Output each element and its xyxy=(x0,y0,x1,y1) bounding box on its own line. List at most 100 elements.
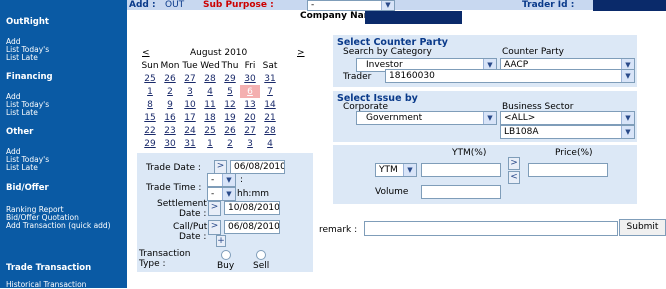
corporate-select[interactable]: Government ▼ xyxy=(356,111,497,125)
calendar-day[interactable]: 2 xyxy=(220,137,240,150)
calendar-day[interactable]: 27 xyxy=(180,72,200,85)
calendar-day[interactable]: 16 xyxy=(160,111,180,124)
calendar-day[interactable]: 1 xyxy=(140,85,160,98)
calendar-day[interactable]: 25 xyxy=(140,72,160,85)
add-label: Add : xyxy=(129,0,156,10)
calendar-day[interactable]: 22 xyxy=(140,124,160,137)
sub-purpose-select[interactable]: - ▼ xyxy=(307,0,395,11)
ytm-select[interactable]: YTM ▼ xyxy=(375,163,417,177)
sidebar-nav: OutRight Add List Today's List Late Fina… xyxy=(0,0,127,289)
chevron-down-icon: ▼ xyxy=(403,164,416,176)
settlement-arrow-button[interactable]: > xyxy=(208,201,221,216)
calendar-day[interactable]: 1 xyxy=(200,137,220,150)
chevron-down-icon: ▼ xyxy=(621,126,634,138)
weekday-sun: Sun xyxy=(141,60,159,71)
price-input[interactable] xyxy=(528,163,608,177)
issue-panel: Select Issue by Corporate Business Secto… xyxy=(333,91,637,142)
calendar-day[interactable]: 4 xyxy=(200,85,220,98)
volume-input[interactable] xyxy=(421,185,501,199)
sidebar-link-financing-list-late[interactable]: List Late xyxy=(6,109,38,117)
calendar-week: 1 2 3 4 5 6 7 xyxy=(140,85,280,98)
trade-hour-select[interactable]: - ▼ xyxy=(207,173,236,187)
calendar-day[interactable]: 11 xyxy=(200,98,220,111)
calendar-day[interactable]: 28 xyxy=(200,72,220,85)
calendar-day[interactable]: 29 xyxy=(220,72,240,85)
submit-button[interactable]: Submit xyxy=(619,219,666,236)
calendar-day[interactable]: 27 xyxy=(240,124,260,137)
calendar-day[interactable]: 18 xyxy=(200,111,220,124)
calendar-day[interactable]: 23 xyxy=(160,124,180,137)
trader-select[interactable]: 18160030 ▼ xyxy=(385,69,635,83)
chevron-down-icon: ▼ xyxy=(621,70,634,82)
calendar-day[interactable]: 24 xyxy=(180,124,200,137)
issue-select[interactable]: LB108A ▼ xyxy=(500,125,635,139)
sidebar-link-outright-list-late[interactable]: List Late xyxy=(6,54,38,62)
sidebar-link-add-transaction-quick[interactable]: Add Transaction (quick add) xyxy=(6,222,124,230)
calendar-day[interactable]: 15 xyxy=(140,111,160,124)
calendar-next-button[interactable]: > xyxy=(297,48,305,58)
calendar-day[interactable]: 13 xyxy=(240,98,260,111)
chevron-down-icon: ▼ xyxy=(222,188,235,200)
remark-label: remark : xyxy=(319,225,358,235)
buy-radio[interactable] xyxy=(221,250,231,260)
settlement-date-input[interactable]: 10/08/2010 xyxy=(224,201,280,215)
callput-date-input[interactable]: 06/08/2010 xyxy=(224,220,280,234)
calendar-day[interactable]: 31 xyxy=(180,137,200,150)
calendar-day[interactable]: 31 xyxy=(260,72,280,85)
callput-arrow-button[interactable]: > xyxy=(208,220,221,235)
calendar-day[interactable]: 10 xyxy=(180,98,200,111)
calendar-week: 15 16 17 18 19 20 21 xyxy=(140,111,280,124)
time-separator: : xyxy=(240,175,244,185)
calendar-day[interactable]: 20 xyxy=(240,111,260,124)
calendar-day[interactable]: 3 xyxy=(180,85,200,98)
calendar-day[interactable]: 2 xyxy=(160,85,180,98)
business-sector-select[interactable]: <ALL> ▼ xyxy=(500,111,635,125)
sidebar-section-outright: OutRight xyxy=(6,17,49,27)
remark-input[interactable] xyxy=(364,221,618,236)
counter-party-label: Counter Party xyxy=(502,47,564,57)
volume-label: Volume xyxy=(375,187,409,197)
sidebar-section-financing: Financing xyxy=(6,72,53,82)
calendar-day[interactable]: 4 xyxy=(260,137,280,150)
chevron-down-icon: ▼ xyxy=(381,1,394,10)
price-to-ytm-button[interactable]: < xyxy=(508,171,520,184)
weekday-wed: Wed xyxy=(200,60,220,71)
sub-purpose-label: Sub Purpose : xyxy=(203,0,274,10)
trader-id-label: Trader Id : xyxy=(522,0,575,10)
calendar-day[interactable]: 29 xyxy=(140,137,160,150)
calendar-day[interactable]: 3 xyxy=(240,137,260,150)
calendar-day[interactable]: 19 xyxy=(220,111,240,124)
weekday-tue: Tue xyxy=(182,60,198,71)
calendar-day[interactable]: 21 xyxy=(260,111,280,124)
weekday-sat: Sat xyxy=(262,60,278,71)
ytm-input[interactable] xyxy=(421,163,501,177)
calendar-day[interactable]: 17 xyxy=(180,111,200,124)
calendar-day[interactable]: 26 xyxy=(160,72,180,85)
callput-plus-button[interactable]: + xyxy=(216,235,226,247)
sidebar-link-other-list-late[interactable]: List Late xyxy=(6,164,38,172)
calendar-day[interactable]: 25 xyxy=(200,124,220,137)
calendar-day[interactable]: 12 xyxy=(220,98,240,111)
calendar-day[interactable]: 7 xyxy=(260,85,280,98)
calendar-day[interactable]: 28 xyxy=(260,124,280,137)
calendar-grid: Sun Mon Tue Wed Thu Fri Sat 25 26 27 28 … xyxy=(140,59,280,150)
company-name-field xyxy=(365,11,462,24)
calendar-day[interactable]: 8 xyxy=(140,98,160,111)
calendar-weekday-row: Sun Mon Tue Wed Thu Fri Sat xyxy=(140,59,280,72)
sell-radio[interactable] xyxy=(256,250,266,260)
chevron-down-icon: ▼ xyxy=(483,112,496,124)
trade-date-input[interactable]: 06/08/2010 xyxy=(230,160,285,174)
calendar-prev-button[interactable]: < xyxy=(142,48,150,58)
trader-id-field xyxy=(593,0,666,11)
calendar-day[interactable]: 30 xyxy=(160,137,180,150)
calendar-day[interactable]: 26 xyxy=(220,124,240,137)
calendar-day[interactable]: 9 xyxy=(160,98,180,111)
calendar-day[interactable]: 14 xyxy=(260,98,280,111)
calendar-day[interactable]: 5 xyxy=(220,85,240,98)
weekday-mon: Mon xyxy=(160,60,180,71)
calendar-day[interactable]: 30 xyxy=(240,72,260,85)
ytm-to-price-button[interactable]: > xyxy=(508,157,520,170)
calendar-day-selected[interactable]: 6 xyxy=(240,85,260,98)
sell-label: Sell xyxy=(253,261,270,271)
trade-minute-select[interactable]: - ▼ xyxy=(207,187,236,201)
